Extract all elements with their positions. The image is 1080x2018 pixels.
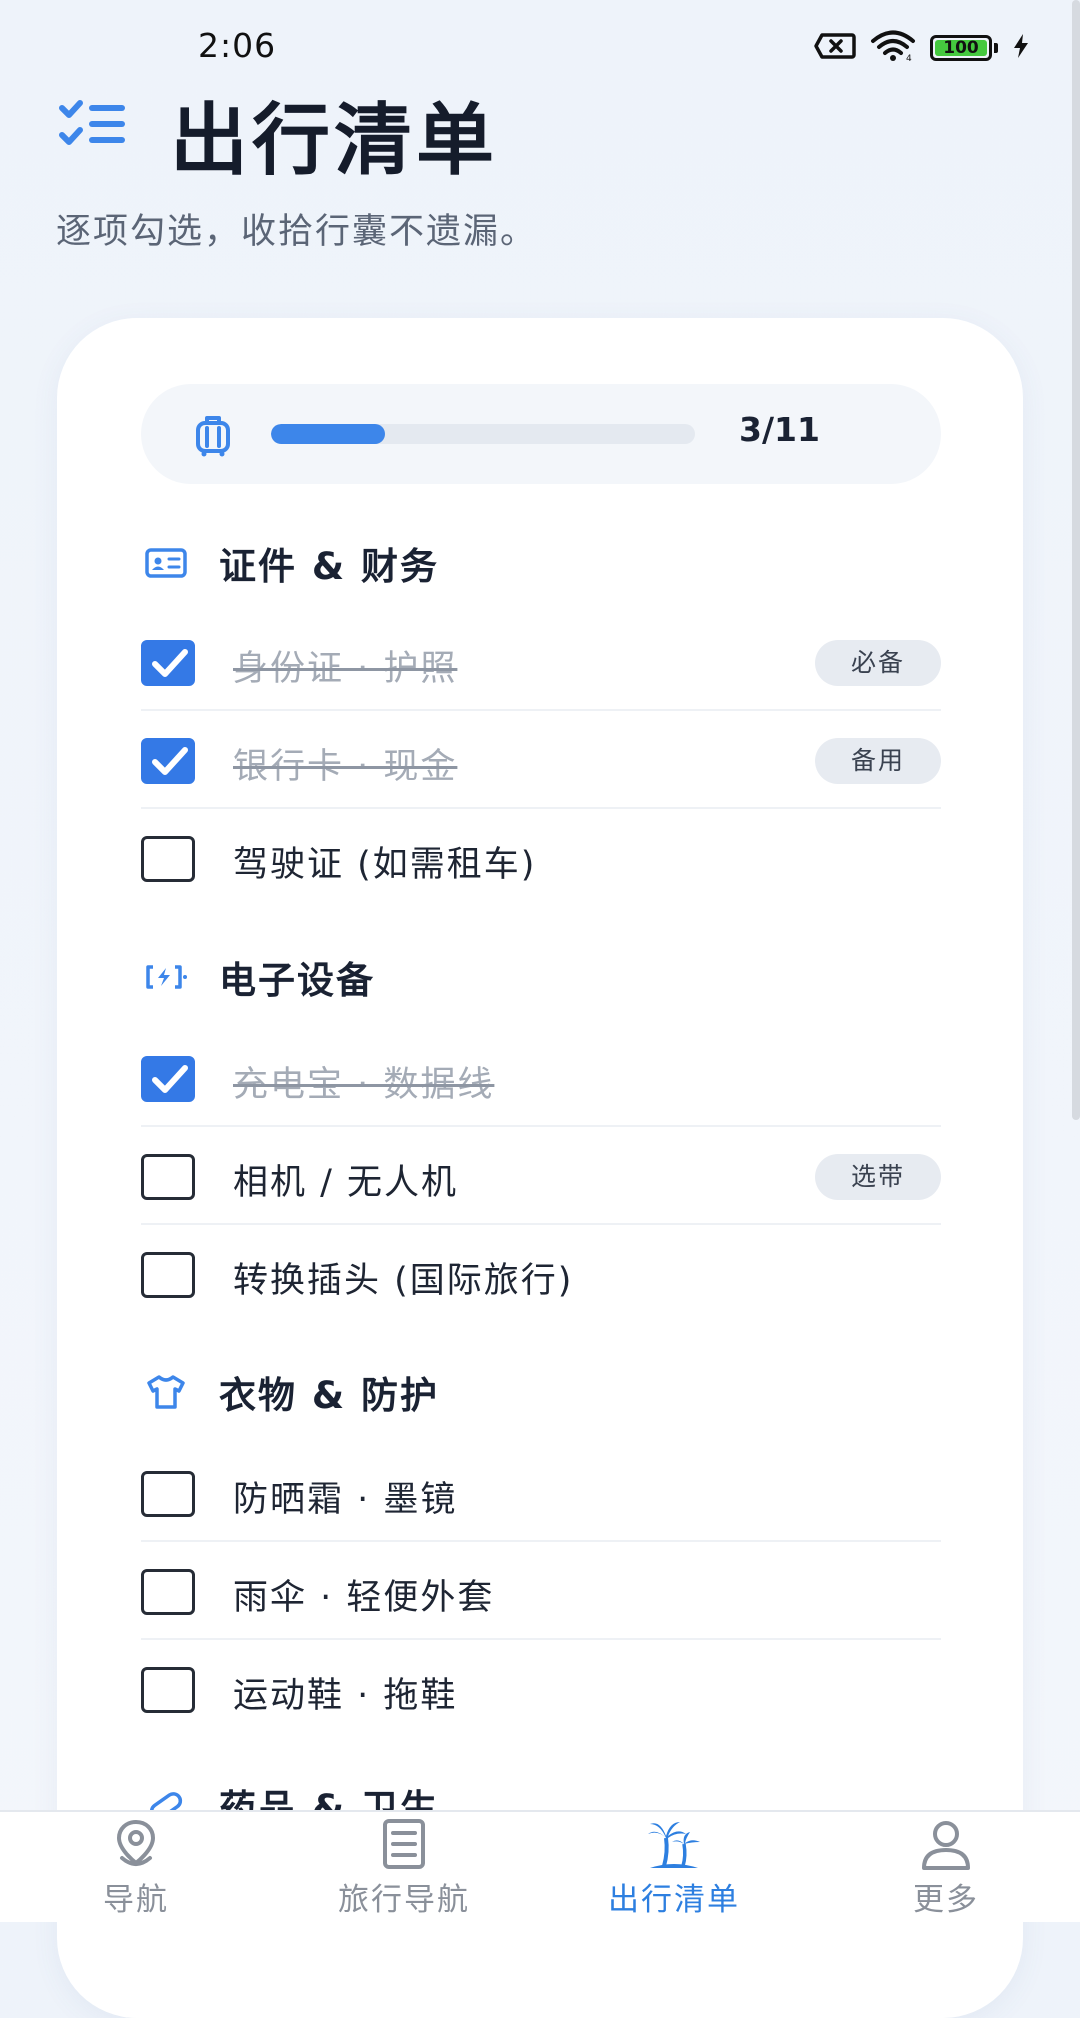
charging-bolt-icon (1012, 33, 1030, 63)
checklist-card: 3/11 证件 & 财务 身份证 · 护照 必备 银行卡 · 现金 备用 驾驶证… (57, 318, 1023, 2018)
page-subtitle: 逐项勾选，收拾行囊不遗漏。 (56, 212, 538, 252)
checklist-item[interactable]: 运动鞋 · 拖鞋 (141, 1641, 941, 1738)
tshirt-icon (143, 1372, 189, 1412)
checkbox[interactable] (141, 1667, 195, 1713)
luggage-icon (191, 414, 235, 458)
checklist-item[interactable]: 防晒霜 · 墨镜 (141, 1445, 941, 1542)
checkbox-checked[interactable] (141, 640, 195, 686)
checkbox-checked[interactable] (141, 1056, 195, 1102)
section-header-electronics: 电子设备 (143, 952, 375, 1002)
item-label: 雨伞 · 轻便外套 (233, 1578, 495, 1618)
progress-fill (271, 424, 386, 444)
item-tag: 必备 (815, 640, 941, 686)
location-pin-icon (108, 1818, 164, 1872)
battery-icon: 100 (930, 35, 992, 61)
nav-item-checklist[interactable]: 出行清单 (574, 1818, 774, 1922)
section-title: 证件 & 财务 (219, 545, 440, 588)
nav-label: 更多 (913, 1882, 979, 1918)
checklist-item[interactable]: 身份证 · 护照 必备 (141, 614, 941, 711)
bottom-navigation: 导航 旅行导航 出行清单 更多 (0, 1810, 1080, 1922)
checklist-item[interactable]: 银行卡 · 现金 备用 (141, 712, 941, 809)
nav-label: 出行清单 (608, 1882, 740, 1918)
item-label: 驾驶证 (如需租车) (233, 845, 537, 885)
wifi-icon: 4 (870, 30, 916, 66)
progress-count: 3/11 (739, 410, 820, 449)
status-bar: 2:06 4 100 (0, 0, 1080, 96)
checklist-item[interactable]: 相机 / 无人机 选带 (141, 1128, 941, 1225)
palm-tree-icon (646, 1818, 702, 1872)
checklist-item[interactable]: 驾驶证 (如需租车) (141, 810, 941, 907)
checkbox[interactable] (141, 1471, 195, 1517)
page-title: 出行清单 (170, 96, 499, 186)
progress-bar-container: 3/11 (141, 384, 941, 484)
nav-item-more[interactable]: 更多 (846, 1818, 1046, 1922)
section-header-documents: 证件 & 财务 (143, 538, 439, 588)
item-tag: 选带 (815, 1154, 941, 1200)
item-label: 银行卡 · 现金 (233, 747, 458, 787)
nav-label: 旅行导航 (338, 1882, 470, 1918)
section-title: 衣物 & 防护 (219, 1374, 440, 1417)
item-label: 转换插头 (国际旅行) (233, 1261, 574, 1301)
nav-item-travel-guide[interactable]: 旅行导航 (304, 1818, 504, 1922)
item-label: 防晒霜 · 墨镜 (233, 1480, 458, 1520)
document-icon (376, 1818, 432, 1872)
checklist-item[interactable]: 雨伞 · 轻便外套 (141, 1543, 941, 1640)
checkbox[interactable] (141, 1252, 195, 1298)
item-tag: 备用 (815, 738, 941, 784)
battery-level: 100 (943, 38, 979, 58)
checklist-icon (58, 98, 128, 158)
checkbox[interactable] (141, 1569, 195, 1615)
nav-item-navigation[interactable]: 导航 (36, 1818, 236, 1922)
checkbox[interactable] (141, 836, 195, 882)
status-time: 2:06 (198, 26, 277, 65)
nav-label: 导航 (103, 1882, 169, 1918)
sim-off-icon (814, 32, 856, 64)
checklist-item[interactable]: 转换插头 (国际旅行) (141, 1226, 941, 1323)
status-icons: 4 100 (814, 30, 1030, 66)
user-icon (918, 1818, 974, 1872)
item-label: 运动鞋 · 拖鞋 (233, 1676, 458, 1716)
section-header-clothing: 衣物 & 防护 (143, 1367, 439, 1417)
item-label: 相机 / 无人机 (233, 1163, 459, 1203)
charging-icon (143, 957, 189, 997)
section-title: 电子设备 (219, 959, 375, 1002)
checkbox[interactable] (141, 1154, 195, 1200)
item-label: 充电宝 · 数据线 (233, 1065, 495, 1105)
checkbox-checked[interactable] (141, 738, 195, 784)
progress-track (271, 424, 695, 444)
item-label: 身份证 · 护照 (233, 649, 458, 689)
scrollbar[interactable] (1072, 0, 1080, 1120)
svg-text:4: 4 (906, 54, 912, 62)
id-card-icon (143, 543, 189, 583)
checklist-item[interactable]: 充电宝 · 数据线 (141, 1030, 941, 1127)
